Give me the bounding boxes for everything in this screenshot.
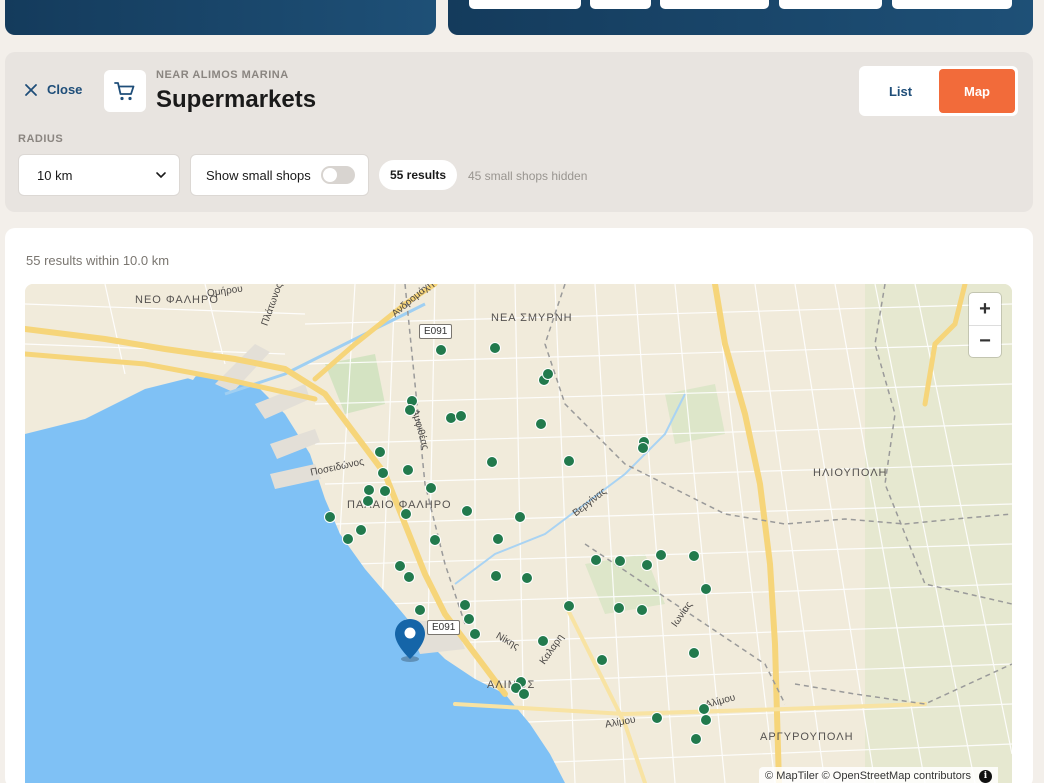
banner-chip[interactable] xyxy=(779,0,882,9)
supermarket-marker[interactable] xyxy=(324,511,336,523)
supermarket-marker[interactable] xyxy=(614,555,626,567)
supermarket-marker[interactable] xyxy=(403,571,415,583)
supermarket-marker[interactable] xyxy=(459,599,471,611)
map-view-button[interactable]: Map xyxy=(939,69,1015,113)
category-icon-box xyxy=(104,70,146,112)
page-title: Supermarkets xyxy=(156,86,317,113)
banner-chip[interactable] xyxy=(590,0,651,9)
small-shops-filter: Show small shops xyxy=(190,154,369,196)
list-view-button[interactable]: List xyxy=(862,69,939,113)
results-count-badge: 55 results xyxy=(379,160,458,190)
supermarket-marker[interactable] xyxy=(700,583,712,595)
supermarket-marker[interactable] xyxy=(535,418,547,430)
radius-label: RADIUS xyxy=(18,133,64,145)
supermarket-marker[interactable] xyxy=(700,714,712,726)
close-label: Close xyxy=(47,82,83,97)
location-pin-icon[interactable] xyxy=(393,617,427,663)
small-shops-label: Show small shops xyxy=(206,167,311,183)
small-shops-toggle[interactable] xyxy=(320,166,355,184)
top-banner-left xyxy=(5,0,436,35)
supermarket-marker[interactable] xyxy=(461,505,473,517)
supermarket-marker[interactable] xyxy=(486,456,498,468)
supermarket-marker[interactable] xyxy=(374,446,386,458)
supermarket-marker[interactable] xyxy=(429,534,441,546)
supermarket-marker[interactable] xyxy=(690,733,702,745)
close-button[interactable]: Close xyxy=(24,82,82,97)
supermarket-marker[interactable] xyxy=(425,482,437,494)
supermarket-marker[interactable] xyxy=(641,559,653,571)
chevron-down-icon xyxy=(156,172,166,179)
zoom-out-button[interactable]: − xyxy=(969,325,1001,357)
supermarket-marker[interactable] xyxy=(590,554,602,566)
supermarket-marker[interactable] xyxy=(463,613,475,625)
supermarket-marker[interactable] xyxy=(563,455,575,467)
map-attribution: © MapTiler © OpenStreetMap contributors … xyxy=(759,767,998,783)
supermarket-marker[interactable] xyxy=(404,404,416,416)
radius-select[interactable]: 10 km xyxy=(18,154,180,196)
supermarket-marker[interactable] xyxy=(469,628,481,640)
supermarket-marker[interactable] xyxy=(400,508,412,520)
supermarket-marker[interactable] xyxy=(414,604,426,616)
map-base xyxy=(25,284,1012,783)
supermarket-marker[interactable] xyxy=(537,635,549,647)
road-shield: E091 xyxy=(427,620,461,635)
supermarket-marker[interactable] xyxy=(655,549,667,561)
banner-chip[interactable] xyxy=(660,0,769,9)
zoom-control: + − xyxy=(969,293,1001,357)
map-view[interactable]: ΝΕΟ ΦΑΛΗΡΟ ΝΕΑ ΣΜΥΡΝΗ ΠΑΛΑΙΟ ΦΑΛΗΡΟ ΗΛΙΟ… xyxy=(25,284,1012,783)
supermarket-marker[interactable] xyxy=(379,485,391,497)
supermarket-marker[interactable] xyxy=(342,533,354,545)
supermarket-marker[interactable] xyxy=(514,511,526,523)
toggle-knob xyxy=(322,168,337,182)
supermarket-marker[interactable] xyxy=(637,442,649,454)
top-banner-right xyxy=(448,0,1033,35)
supermarket-marker[interactable] xyxy=(688,550,700,562)
road-shield: E091 xyxy=(419,324,453,339)
supermarket-marker[interactable] xyxy=(355,524,367,536)
supermarket-marker[interactable] xyxy=(651,712,663,724)
supermarket-marker[interactable] xyxy=(435,344,447,356)
supermarket-marker[interactable] xyxy=(636,604,648,616)
supermarket-marker[interactable] xyxy=(518,688,530,700)
supermarket-marker[interactable] xyxy=(402,464,414,476)
banner-chip[interactable] xyxy=(469,0,581,9)
supermarket-marker[interactable] xyxy=(596,654,608,666)
supermarket-marker[interactable] xyxy=(688,647,700,659)
supermarket-marker[interactable] xyxy=(563,600,575,612)
supermarket-marker[interactable] xyxy=(362,495,374,507)
supermarket-marker[interactable] xyxy=(490,570,502,582)
supermarket-marker[interactable] xyxy=(492,533,504,545)
close-icon xyxy=(25,83,37,96)
supermarket-marker[interactable] xyxy=(455,410,467,422)
near-location-label: NEAR ALIMOS MARINA xyxy=(156,69,289,81)
radius-value: 10 km xyxy=(37,167,73,183)
shopping-cart-icon xyxy=(114,82,135,101)
supermarket-marker[interactable] xyxy=(613,602,625,614)
supermarket-marker[interactable] xyxy=(394,560,406,572)
attribution-text: © MapTiler © OpenStreetMap contributors xyxy=(765,770,971,782)
supermarket-marker[interactable] xyxy=(542,368,554,380)
results-summary: 55 results within 10.0 km xyxy=(26,253,170,268)
zoom-in-button[interactable]: + xyxy=(969,293,1001,325)
supermarket-marker[interactable] xyxy=(377,467,389,479)
supermarket-marker[interactable] xyxy=(489,342,501,354)
info-icon[interactable]: i xyxy=(979,769,992,783)
hidden-shops-note: 45 small shops hidden xyxy=(468,169,588,183)
banner-chip[interactable] xyxy=(892,0,1012,9)
supermarket-marker[interactable] xyxy=(521,572,533,584)
